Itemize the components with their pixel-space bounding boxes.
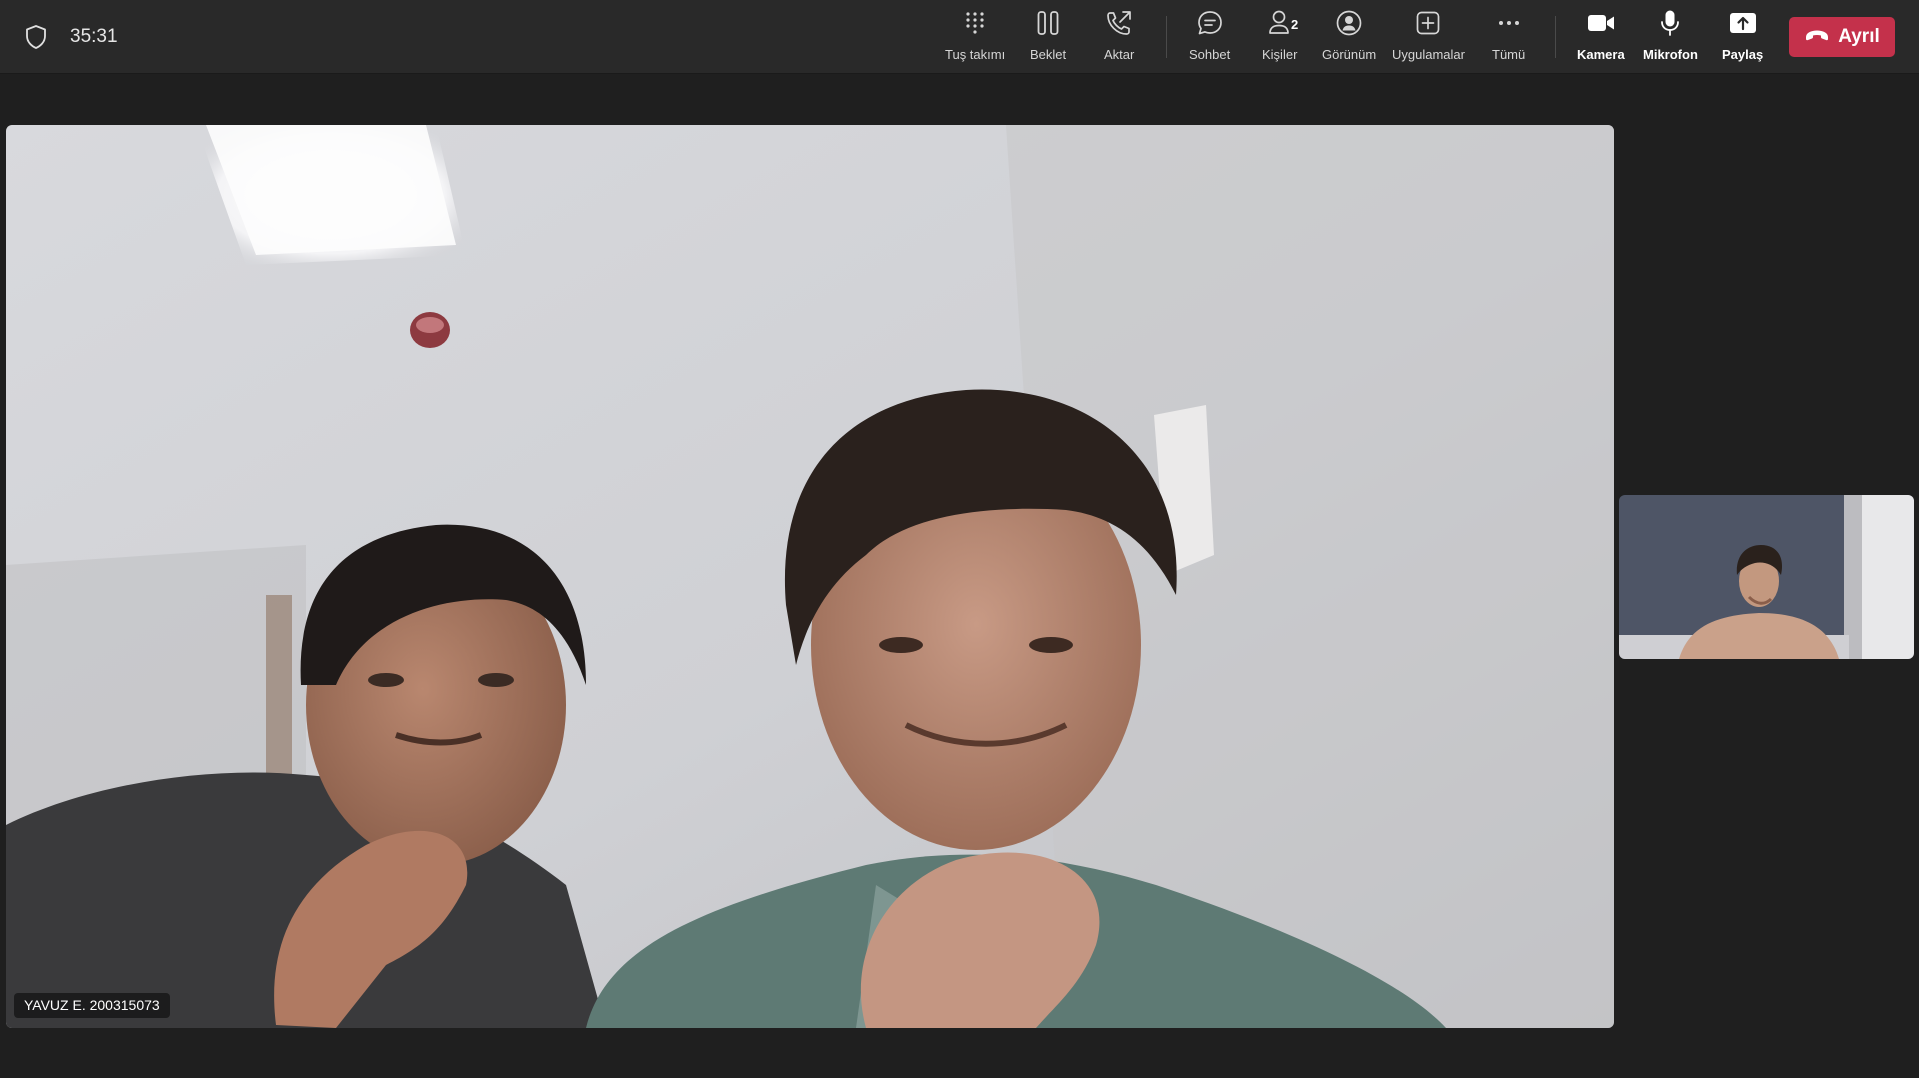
shield-icon[interactable] xyxy=(24,24,48,50)
transfer-button[interactable]: Aktar xyxy=(1104,8,1134,68)
participant-name-tag: YAVUZ E. 200315073 xyxy=(14,993,170,1018)
toolbar-divider xyxy=(1166,16,1167,58)
call-timer: 35:31 xyxy=(70,26,118,47)
apps-button[interactable]: Uygulamalar xyxy=(1392,8,1465,68)
person-circle-icon xyxy=(1334,8,1364,38)
leave-label: Ayrıl xyxy=(1838,26,1880,47)
more-button[interactable]: Tümü xyxy=(1492,8,1525,68)
hold-label: Beklet xyxy=(1030,47,1067,62)
share-tray-icon xyxy=(1728,8,1758,38)
dialpad-icon xyxy=(960,8,990,38)
hold-button[interactable]: Beklet xyxy=(1030,8,1066,68)
hang-up-icon xyxy=(1804,28,1830,47)
microphone-button[interactable]: Mikrofon xyxy=(1643,8,1698,68)
call-toolbar: 35:31 Tuş takımı Beklet Aktar Sohbet Kiş… xyxy=(0,0,1919,74)
people-count-badge: 2 xyxy=(1291,17,1299,32)
view-label: Görünüm xyxy=(1322,47,1377,62)
microphone-label: Mikrofon xyxy=(1643,47,1698,62)
leave-button[interactable]: Ayrıl xyxy=(1789,17,1895,57)
view-button[interactable]: Görünüm xyxy=(1322,8,1376,68)
people-label: Kişiler xyxy=(1262,47,1298,62)
transfer-label: Aktar xyxy=(1104,47,1135,62)
pause-icon xyxy=(1033,8,1063,38)
camera-label: Kamera xyxy=(1577,47,1625,62)
more-label: Tümü xyxy=(1492,47,1526,62)
plus-square-icon xyxy=(1413,8,1443,38)
self-video-feed xyxy=(1619,495,1914,659)
phone-forward-icon xyxy=(1104,8,1134,38)
share-button[interactable]: Paylaş xyxy=(1722,8,1763,68)
chat-button[interactable]: Sohbet xyxy=(1189,8,1230,68)
chat-label: Sohbet xyxy=(1189,47,1231,62)
video-camera-icon xyxy=(1586,8,1616,38)
dialpad-button[interactable]: Tuş takımı xyxy=(945,8,1005,68)
self-view-tile[interactable] xyxy=(1619,495,1914,659)
chat-bubble-icon xyxy=(1195,8,1225,38)
remote-video-feed xyxy=(6,125,1614,1028)
toolbar-divider xyxy=(1555,16,1556,58)
dialpad-label: Tuş takımı xyxy=(945,47,1006,62)
ellipsis-icon xyxy=(1494,8,1524,38)
microphone-icon xyxy=(1655,8,1685,38)
main-video-tile[interactable]: YAVUZ E. 200315073 xyxy=(6,125,1614,1028)
share-label: Paylaş xyxy=(1722,47,1764,62)
apps-label: Uygulamalar xyxy=(1392,47,1465,62)
camera-button[interactable]: Kamera xyxy=(1577,8,1625,68)
